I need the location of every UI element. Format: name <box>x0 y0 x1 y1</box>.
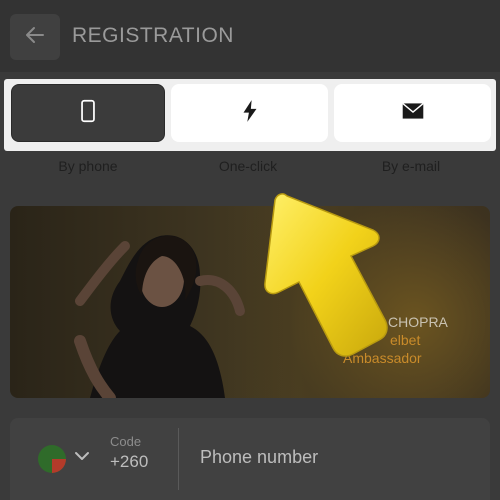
field-divider <box>178 428 179 490</box>
arrow-left-icon <box>23 23 47 52</box>
country-code-label: Code <box>110 434 142 449</box>
ambassador-banner[interactable]: CHOPRA elbet Ambassador <box>10 206 490 398</box>
app-header: REGISTRATION <box>0 0 500 72</box>
pointer-arrow-icon <box>264 193 388 357</box>
country-flag-icon[interactable] <box>38 445 66 473</box>
tab-label-one-click[interactable]: One-click <box>173 158 323 174</box>
phone-input-row: Code +260 <box>10 418 490 500</box>
page-title: REGISTRATION <box>72 24 234 47</box>
lightning-icon <box>237 98 263 129</box>
tab-one-click[interactable] <box>171 84 328 142</box>
country-code-value[interactable]: +260 <box>110 452 148 472</box>
envelope-icon <box>400 98 426 129</box>
ambassador-photo <box>74 235 245 398</box>
tab-by-phone[interactable] <box>11 84 165 142</box>
tab-by-email[interactable] <box>334 84 491 142</box>
tab-label-by-phone[interactable]: By phone <box>13 158 163 174</box>
registration-method-tabs <box>4 79 496 151</box>
chevron-down-icon[interactable] <box>72 446 92 466</box>
smartphone-icon <box>75 98 101 129</box>
tab-label-by-email[interactable]: By e-mail <box>336 158 486 174</box>
back-button[interactable] <box>10 14 60 60</box>
phone-number-input[interactable] <box>200 442 470 472</box>
